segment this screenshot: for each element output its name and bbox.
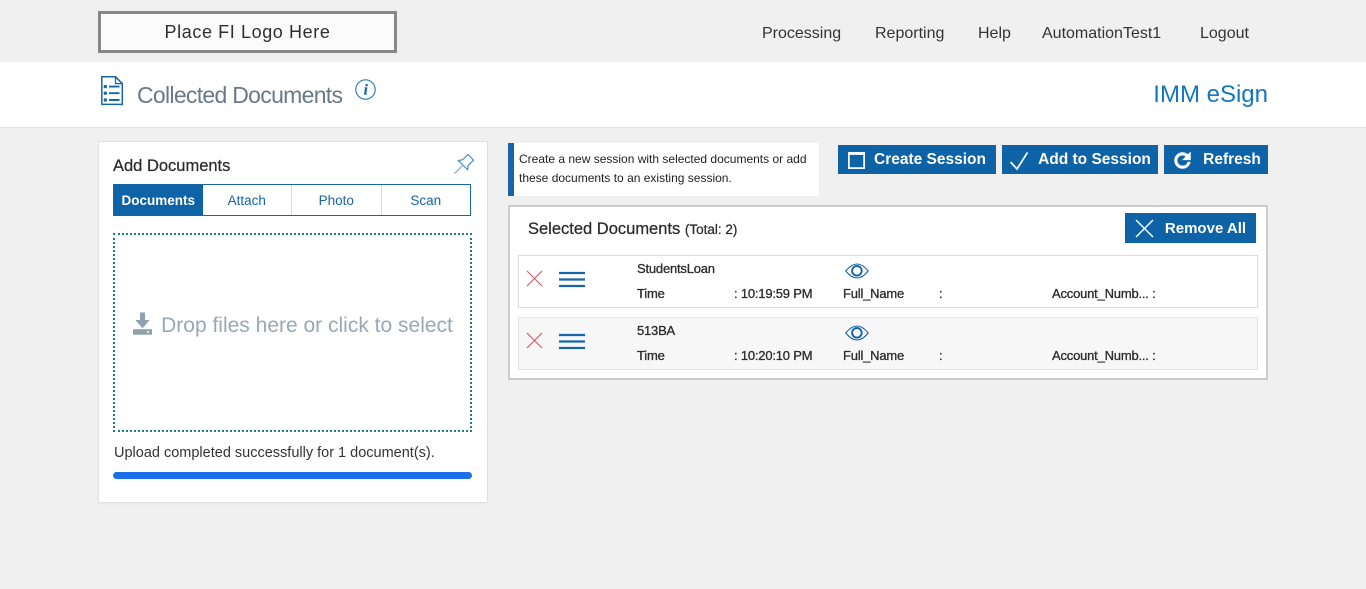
svg-text:i: i — [364, 82, 368, 98]
